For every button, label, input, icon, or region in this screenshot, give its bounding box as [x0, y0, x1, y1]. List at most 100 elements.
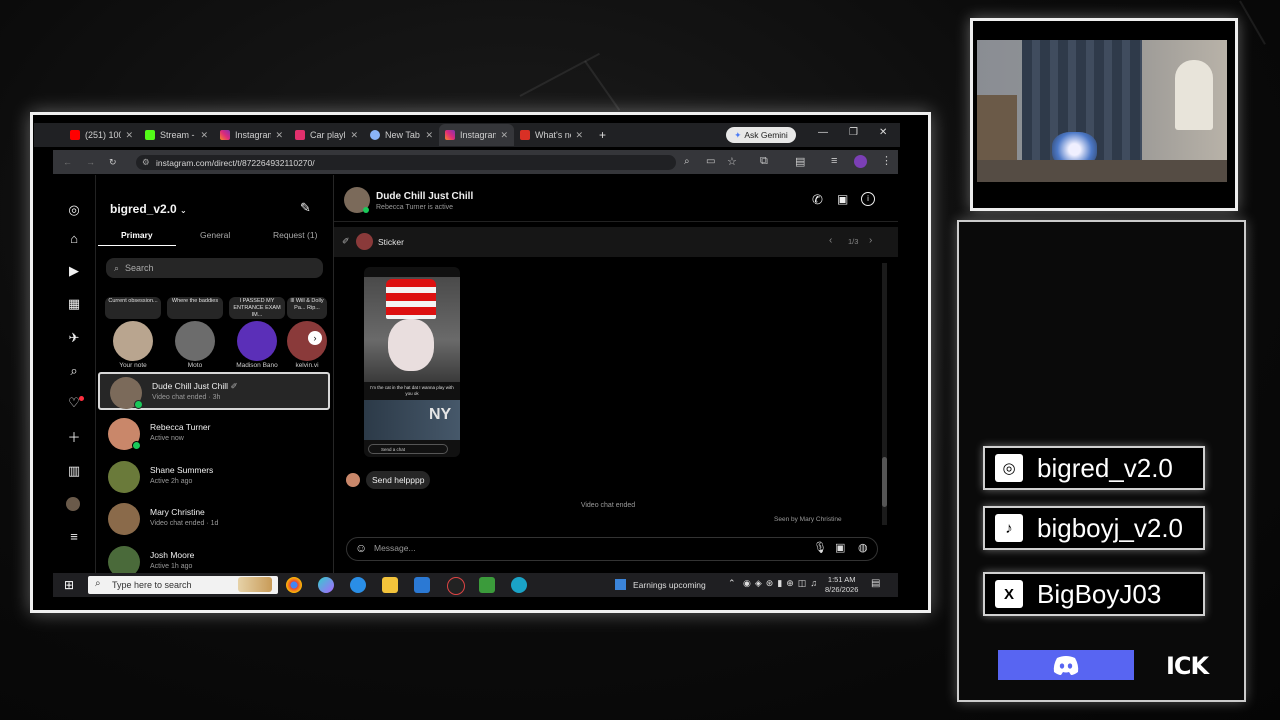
create-icon[interactable]: ＋: [66, 430, 82, 446]
microphone-icon[interactable]: 🎙︎: [813, 541, 827, 554]
close-tab-icon[interactable]: ✕: [125, 130, 133, 141]
news-widget-icon[interactable]: [615, 579, 626, 590]
sticker-icon[interactable]: ◍: [858, 541, 868, 554]
reload-icon[interactable]: ↻: [109, 157, 117, 168]
close-tab-icon[interactable]: ✕: [500, 130, 508, 141]
ask-gemini-button[interactable]: ✦ Ask Gemini: [726, 127, 796, 143]
forward-icon[interactable]: →: [86, 157, 95, 167]
account-switcher[interactable]: bigred_v2.0 ⌄: [110, 202, 187, 216]
conversation-item[interactable]: Mary Christine Video chat ended · 1d: [98, 500, 330, 538]
new-tab-icon[interactable]: +: [599, 128, 606, 142]
close-tab-icon[interactable]: ✕: [275, 130, 283, 141]
avatar: [108, 503, 140, 535]
note-item[interactable]: Where the baddies Moto: [167, 297, 223, 369]
new-message-icon[interactable]: ✎: [300, 200, 311, 216]
extensions-icon[interactable]: ⧉: [760, 155, 768, 168]
youtube-icon: [70, 130, 80, 140]
message-input[interactable]: ☺ Message... 🎙︎ ▣ ◍: [346, 537, 878, 561]
social-tiktok: ♪ bigboyj_v2.0: [983, 506, 1205, 550]
windows-start-icon[interactable]: ⊞: [64, 578, 74, 592]
phone-icon[interactable]: ✆: [812, 192, 823, 208]
browser-tab[interactable]: Instagram ✕: [214, 124, 289, 146]
edge-alt-icon[interactable]: [511, 577, 527, 593]
explore-icon[interactable]: ▦: [66, 296, 82, 312]
store-icon[interactable]: [414, 577, 430, 593]
browser-tab[interactable]: Stream - K✕: [139, 124, 214, 146]
playlist-icon[interactable]: ≡: [831, 155, 837, 167]
info-icon[interactable]: i: [861, 192, 875, 206]
search-page-icon[interactable]: ⌕: [684, 156, 690, 167]
cast-icon[interactable]: ▭: [706, 156, 715, 167]
note-item[interactable]: Ill Will & Dolly Pa... Rip... kelvin.vi: [287, 297, 327, 369]
scrollbar-thumb[interactable]: [882, 457, 887, 507]
chrome-icon[interactable]: [286, 577, 302, 593]
tab-primary[interactable]: Primary: [121, 230, 153, 240]
story-reply-field[interactable]: Send a chat: [368, 444, 448, 454]
close-tab-icon[interactable]: ✕: [575, 130, 583, 141]
notification-center-icon[interactable]: ▤: [871, 578, 880, 589]
notes-next-icon[interactable]: ›: [308, 331, 322, 345]
chat-title[interactable]: Dude Chill Just Chill: [376, 191, 473, 202]
pin-icon: ✐: [342, 236, 350, 246]
pinned-prev-icon[interactable]: ‹: [829, 235, 832, 246]
frame-shape: [1175, 60, 1213, 130]
more-menu-icon[interactable]: ≡: [66, 529, 82, 545]
browser-tab-active[interactable]: Instagram ✕: [439, 124, 514, 146]
pinned-message-bar[interactable]: ✐ Sticker ‹ 1/3 ›: [334, 227, 898, 257]
conversation-item[interactable]: Shane Summers Active 2h ago: [98, 458, 330, 496]
conversation-item[interactable]: Rebecca Turner Active now: [98, 415, 330, 453]
avatar: [108, 546, 140, 573]
messenger-icon[interactable]: ✈: [66, 330, 82, 346]
copilot-icon[interactable]: [318, 577, 334, 593]
sidepanel-icon[interactable]: ▤: [795, 155, 805, 168]
file-explorer-icon[interactable]: [382, 577, 398, 593]
shared-story-card[interactable]: I'm the cat in the hat dat I wanna play …: [364, 267, 460, 457]
light-streak: [1239, 0, 1266, 45]
obs-icon[interactable]: [447, 577, 465, 595]
bookmark-star-icon[interactable]: ☆: [727, 155, 737, 168]
dashboard-icon[interactable]: ▥: [66, 463, 82, 479]
xbox-icon[interactable]: [479, 577, 495, 593]
close-tab-icon[interactable]: ✕: [350, 130, 358, 141]
profile-avatar[interactable]: [854, 155, 867, 168]
close-tab-icon[interactable]: ✕: [200, 130, 208, 141]
clock[interactable]: 1:51 AM 8/26/2026: [825, 575, 858, 595]
conversation-item[interactable]: Josh Moore Active 1h ago: [98, 543, 330, 573]
search-input[interactable]: ⌕ Search: [106, 258, 323, 278]
search-icon[interactable]: ⌕: [66, 363, 82, 379]
site-info-icon[interactable]: ⚙: [142, 157, 150, 168]
edge-icon[interactable]: [350, 577, 366, 593]
browser-tab[interactable]: (251) 100 S✕: [64, 124, 139, 146]
home-icon[interactable]: ⌂: [66, 231, 82, 247]
back-icon[interactable]: ←: [63, 157, 72, 167]
close-window-icon[interactable]: ✕: [879, 127, 887, 138]
tab-requests[interactable]: Request (1): [273, 230, 317, 240]
pinned-next-icon[interactable]: ›: [869, 235, 872, 246]
conversation-item-selected[interactable]: Dude Chill Just Chill ✐ Video chat ended…: [98, 372, 330, 410]
chat-panel: Dude Chill Just Chill Rebecca Turner is …: [334, 175, 898, 573]
browser-tab[interactable]: Car playlist✕: [289, 124, 364, 146]
gallery-icon[interactable]: ▣: [835, 541, 845, 554]
note-item[interactable]: I PASSED MY ENTRANCE EXAM IM... Madison …: [229, 297, 285, 369]
tab-general[interactable]: General: [200, 230, 230, 240]
close-tab-icon[interactable]: ✕: [425, 130, 433, 141]
minimize-icon[interactable]: —: [818, 127, 828, 138]
instagram-logo-icon[interactable]: ◎: [66, 202, 82, 218]
video-call-icon[interactable]: ▣: [837, 192, 848, 206]
restore-icon[interactable]: ❐: [849, 127, 858, 138]
tray-icons[interactable]: ◉◈⊛▮⊕◫♫: [743, 578, 821, 589]
taskbar-search[interactable]: ⌕ Type here to search: [88, 576, 278, 594]
chat-subtitle: Rebecca Turner is active: [376, 204, 454, 211]
chevron-down-icon: ⌄: [180, 206, 187, 215]
emoji-icon[interactable]: ☺: [355, 541, 367, 555]
browser-tab[interactable]: New Tab ✕: [364, 124, 439, 146]
address-bar[interactable]: ⚙ instagram.com/direct/t/872264932110270…: [136, 155, 676, 170]
search-icon: ⌕: [114, 262, 120, 273]
tray-chevron-icon[interactable]: ⌃: [728, 578, 736, 589]
reels-icon[interactable]: ▶: [66, 263, 82, 279]
note-item[interactable]: Current obsession... Your note: [105, 297, 161, 369]
browser-tab[interactable]: What's ne ✕: [514, 124, 589, 146]
profile-icon[interactable]: [66, 497, 80, 511]
menu-kebab-icon[interactable]: ⋮: [881, 154, 892, 167]
news-widget[interactable]: Earnings upcoming: [633, 580, 706, 590]
